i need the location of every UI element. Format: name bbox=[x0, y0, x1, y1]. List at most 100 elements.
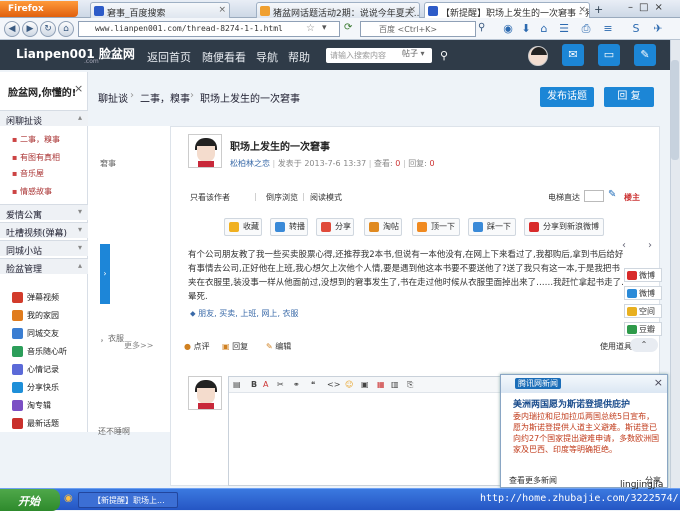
emoji-icon[interactable]: ☺ bbox=[345, 380, 353, 389]
dropdown-icon[interactable]: ▾ bbox=[322, 23, 327, 33]
tag-item[interactable]: 买卖 bbox=[219, 309, 235, 318]
panel-toggle-tab[interactable]: › bbox=[100, 244, 110, 304]
user-avatar[interactable] bbox=[528, 46, 548, 66]
author-link[interactable]: 松柏林之恋 bbox=[230, 159, 270, 168]
close-icon[interactable]: × bbox=[408, 5, 416, 15]
site-logo[interactable]: Lianpen001 脸盆网 bbox=[16, 45, 135, 62]
nav-home[interactable]: 返回首页 bbox=[147, 49, 191, 65]
share-button[interactable]: 分享 bbox=[316, 218, 354, 236]
taskbar-firefox-window[interactable]: 【新提醒】职场上... bbox=[78, 492, 178, 508]
share-qzone[interactable]: 空间 bbox=[624, 304, 662, 318]
close-icon[interactable]: × bbox=[578, 5, 586, 15]
media-icon[interactable]: ▦ bbox=[377, 380, 385, 389]
repost-button[interactable]: 转播 bbox=[270, 218, 308, 236]
share-weibo-button[interactable]: 分享到新浪微博 bbox=[524, 218, 604, 236]
home-icon[interactable]: ⌂ bbox=[58, 21, 74, 37]
sidebar-section-chat[interactable]: 闲聊扯谈 ▴ bbox=[0, 110, 88, 127]
firefox-quicklaunch-icon[interactable]: ◉ bbox=[64, 493, 73, 504]
sidebar-app-home[interactable]: 我的家园 bbox=[12, 310, 59, 321]
tag-item[interactable]: 网上 bbox=[261, 309, 277, 318]
firefox-menu-button[interactable]: Firefox bbox=[0, 1, 78, 17]
only-author-link[interactable]: 只看该作者 bbox=[190, 192, 230, 203]
breadcrumb-thread[interactable]: 职场上发生的一次窘事 bbox=[200, 90, 300, 105]
addon-plane-icon[interactable]: ✈ bbox=[650, 21, 666, 37]
go-icon[interactable]: ⟳ bbox=[344, 22, 352, 33]
nav-guide[interactable]: 导航 bbox=[256, 49, 278, 65]
browser-tab-3-active[interactable]: 【新提醒】职场上发生的一次窘事 - 猪盆网 × bbox=[424, 2, 590, 19]
nav-random[interactable]: 随便看看 bbox=[202, 49, 246, 65]
sidebar-app-mood[interactable]: 心情记录 bbox=[12, 364, 59, 375]
share-weibo-tencent[interactable]: 微博 bbox=[624, 286, 662, 300]
sidebar-app-friends[interactable]: 同城交友 bbox=[12, 328, 59, 339]
addon-icon[interactable]: ◉ bbox=[500, 21, 516, 37]
new-topic-button[interactable]: 发布话题 bbox=[540, 87, 594, 107]
sidebar-app-danmaku[interactable]: 弹幕视频 bbox=[12, 292, 59, 303]
tag-item[interactable]: 上班 bbox=[240, 309, 256, 318]
monitor-icon[interactable]: ▭ bbox=[598, 44, 620, 66]
sidebar-section-love[interactable]: 爱情公寓 ▾ bbox=[0, 204, 88, 221]
share-prev-icon[interactable]: ‹ bbox=[622, 240, 626, 251]
floor-jump-input[interactable] bbox=[584, 190, 604, 202]
font-icon[interactable]: ▤ bbox=[233, 380, 241, 389]
close-icon[interactable]: × bbox=[654, 376, 663, 389]
attach-icon[interactable]: ⎘ bbox=[407, 380, 413, 390]
downvote-button[interactable]: 踩一下 bbox=[468, 218, 516, 236]
forward-icon[interactable]: ▶ bbox=[22, 21, 38, 37]
nav-help[interactable]: 帮助 bbox=[288, 49, 310, 65]
sidebar-section-admin[interactable]: 脸盆管理 ▴ bbox=[0, 258, 88, 275]
table-icon[interactable]: ▥ bbox=[391, 380, 399, 389]
browser-tab-2[interactable]: 猪盆网话题活动2期：说说今年夏天... × bbox=[256, 2, 420, 18]
scrollbar-thumb[interactable] bbox=[671, 60, 679, 160]
back-icon[interactable]: ◀ bbox=[4, 21, 20, 37]
more-news-link[interactable]: 查看更多新闻 bbox=[509, 475, 557, 486]
edit-link[interactable]: ✎ 编辑 bbox=[266, 341, 291, 352]
search-box[interactable]: 百度 <Ctrl+K> bbox=[360, 21, 476, 37]
favorite-button[interactable]: 收藏 bbox=[224, 218, 262, 236]
author-avatar[interactable] bbox=[188, 134, 222, 168]
reply-button[interactable]: 回 复 bbox=[604, 87, 654, 107]
more-link[interactable]: 更多>> bbox=[124, 340, 153, 351]
menu-icon[interactable]: ≡ bbox=[600, 21, 616, 37]
start-button[interactable]: 开始 bbox=[0, 489, 60, 511]
tag-item[interactable]: 朋友 bbox=[198, 309, 214, 318]
breadcrumb-board[interactable]: 二事，糗事 bbox=[140, 90, 190, 105]
new-tab-icon[interactable]: + bbox=[594, 3, 603, 16]
tag-item[interactable]: 衣服 bbox=[283, 309, 299, 318]
share-up-icon[interactable]: ⌃ bbox=[630, 338, 658, 352]
comment-link[interactable]: ● 点评 bbox=[184, 341, 210, 352]
close-icon[interactable]: × bbox=[218, 5, 226, 15]
format-icon[interactable]: ✂ bbox=[277, 380, 284, 389]
home-page-icon[interactable]: ⌂ bbox=[536, 21, 552, 37]
upvote-button[interactable]: 顶一下 bbox=[412, 218, 460, 236]
sidebar-item-stories[interactable]: 情感故事 bbox=[12, 186, 52, 197]
sidebar-app-topics[interactable]: 最新话题 bbox=[12, 418, 59, 429]
search-filter-select[interactable]: 帖子 ▾ bbox=[402, 48, 425, 59]
bookmark-star-icon[interactable]: ☆ bbox=[306, 23, 315, 34]
browser-tab-1[interactable]: 窘事_百度搜索 × bbox=[90, 2, 230, 18]
downloads-icon[interactable]: ⬇ bbox=[518, 21, 534, 37]
taotie-button[interactable]: 淘帖 bbox=[364, 218, 402, 236]
breadcrumb-forum[interactable]: 聊扯谈 bbox=[98, 90, 128, 105]
jump-go-icon[interactable]: ✎ bbox=[608, 189, 616, 200]
news-headline[interactable]: 美洲两国愿为斯诺登提供庇护 bbox=[513, 397, 630, 410]
quote-icon[interactable]: ❝ bbox=[311, 380, 315, 389]
bold-icon[interactable]: B bbox=[251, 380, 257, 389]
print-icon[interactable]: ⎙ bbox=[578, 21, 594, 37]
color-icon[interactable]: A bbox=[263, 380, 268, 389]
edit-icon[interactable]: ✎ bbox=[634, 44, 656, 66]
sidebar-item-pictures[interactable]: 有图有真相 bbox=[12, 152, 60, 163]
window-controls[interactable]: –□× bbox=[628, 2, 676, 13]
image-icon[interactable]: ▣ bbox=[361, 380, 369, 389]
search-icon[interactable]: ⚲ bbox=[478, 22, 485, 33]
sidebar-app-share[interactable]: 分享快乐 bbox=[12, 382, 59, 393]
reading-mode-link[interactable]: 阅读模式 bbox=[310, 192, 342, 203]
reload-icon[interactable]: ↻ bbox=[40, 21, 56, 37]
sidebar-section-video[interactable]: 吐槽视频(弹幕) ▾ bbox=[0, 222, 88, 239]
sidebar-item-music[interactable]: 音乐屋 bbox=[12, 168, 44, 179]
reverse-order-link[interactable]: 倒序浏览 bbox=[266, 192, 298, 203]
my-avatar[interactable] bbox=[188, 376, 222, 410]
addon-s-icon[interactable]: S bbox=[628, 21, 644, 37]
sidebar-app-music[interactable]: 音乐随心听 bbox=[12, 346, 67, 357]
search-icon[interactable]: ⚲ bbox=[440, 49, 448, 62]
sidebar-section-city[interactable]: 同城小站 ▾ bbox=[0, 240, 88, 257]
